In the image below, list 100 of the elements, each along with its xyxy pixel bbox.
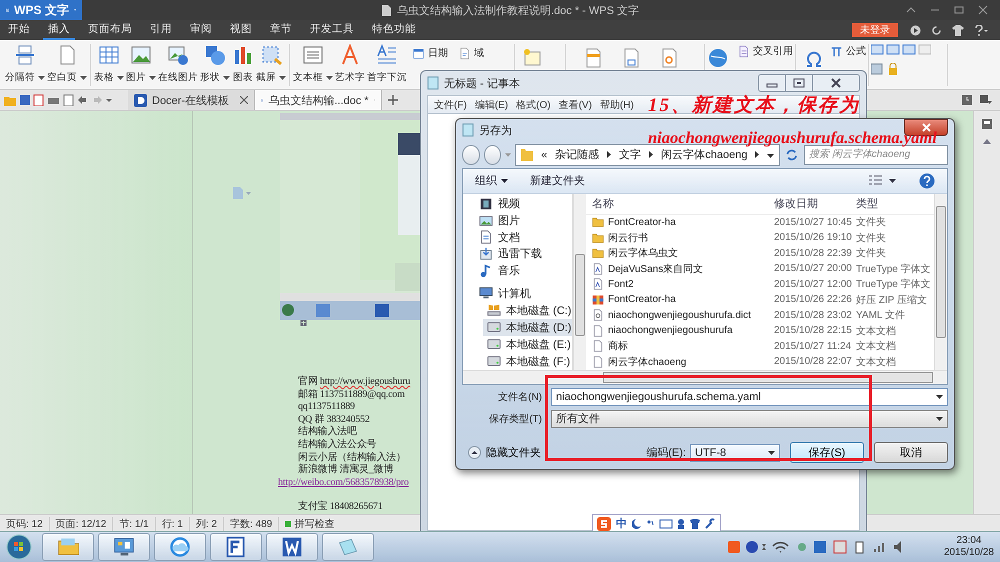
menu-tab[interactable]: 开发工具 [305, 20, 359, 40]
shirt-icon[interactable] [952, 24, 964, 36]
file-row[interactable]: Font2 2015/10/27 12:00 TrueType 字体文 [586, 276, 934, 292]
chevron-icon[interactable] [607, 151, 612, 158]
collapse-icon[interactable] [906, 5, 916, 15]
taskbar-button[interactable] [154, 533, 206, 561]
ribbon-button[interactable]: 艺术字 [334, 44, 366, 84]
cancel-button[interactable]: 取消 [874, 442, 948, 464]
input-mode-toggle[interactable]: 中 [616, 516, 627, 531]
ribbon-button[interactable]: 公式 [830, 44, 866, 58]
menu-item[interactable]: 查看(V) [558, 98, 592, 112]
clock-date[interactable]: 2015/10/28 [944, 547, 994, 559]
file-row[interactable]: 商标 2015/10/27 11:24 文本文档 [586, 338, 934, 354]
nav-item[interactable]: 音乐 [475, 262, 572, 279]
panel-menu-icon[interactable] [980, 95, 992, 105]
ribbon-button[interactable]: 图表 [231, 44, 255, 84]
ribbon-button[interactable]: 域 [458, 46, 484, 60]
column-header[interactable]: 名称 [586, 196, 774, 212]
nav-item[interactable]: 本地磁盘 (C:) [483, 302, 572, 319]
file-type-dropdown[interactable]: 所有文件 [551, 410, 948, 428]
file-row[interactable]: 闲云字体乌虫文 2015/10/28 22:39 文件夹 [586, 246, 934, 262]
menu-item[interactable]: 编辑(E) [474, 98, 508, 112]
globe-icon[interactable] [707, 47, 729, 69]
form-controls-drawing[interactable] [871, 44, 931, 55]
add-icon[interactable] [388, 95, 398, 105]
nav-item[interactable]: 视频 [475, 196, 572, 212]
breadcrumb-item[interactable]: 杂记随感 [555, 147, 600, 162]
ribbon-button[interactable]: 日期 [412, 46, 448, 60]
view-options-icon[interactable] [869, 175, 897, 186]
app-menu-button[interactable]: WPS 文字 [0, 0, 82, 20]
new-folder-button[interactable]: 新建文件夹 [530, 173, 585, 188]
taskbar-button[interactable] [210, 533, 262, 561]
close-icon[interactable] [240, 96, 248, 104]
nav-item[interactable]: 本地磁盘 (F:) [483, 352, 572, 370]
menu-tab[interactable]: 开始 [3, 20, 35, 40]
ribbon-button[interactable]: 图片 [125, 44, 157, 84]
breadcrumb-item[interactable]: 闲云字体chaoeng [661, 147, 748, 162]
menu-tab[interactable]: 审阅 [185, 20, 217, 40]
menu-item[interactable]: 帮助(H) [600, 98, 634, 112]
file-row[interactable]: DejaVuSans來自同文 2015/10/27 20:00 TrueType 字体文 [586, 261, 934, 277]
circle-icon[interactable] [910, 24, 921, 36]
ribbon-button[interactable]: 交叉引用 [737, 44, 793, 58]
menu-tab[interactable]: 章节 [265, 20, 297, 40]
nav-item[interactable]: 本地磁盘 (E:) [483, 336, 572, 353]
nav-item[interactable]: 计算机 [475, 284, 572, 302]
refresh-icon[interactable] [931, 24, 942, 36]
ribbon-button[interactable]: 在线图片 [157, 44, 199, 84]
nav-item[interactable]: 图片 [475, 212, 572, 229]
document-tab[interactable]: 乌虫文结构输...doc * [255, 90, 382, 110]
file-row[interactable]: niaochongwenjiegoushurufa.dict 2015/10/28 23:02 YAML 文件 [586, 308, 934, 324]
taskbar-button[interactable] [98, 533, 150, 561]
input-method-logo-icon[interactable] [597, 516, 611, 530]
nav-item[interactable]: 迅雷下载 [475, 246, 572, 262]
chevron-icon[interactable] [755, 151, 760, 158]
start-button[interactable] [6, 534, 32, 560]
ribbon-button[interactable]: 表格 [93, 44, 125, 84]
breadcrumb-item[interactable]: 文字 [619, 147, 642, 162]
menu-item[interactable]: 格式(O) [516, 98, 551, 112]
file-row[interactable]: FontCreator-ha 2015/10/26 22:26 好压 ZIP 压缩文 [586, 292, 934, 308]
column-header[interactable]: 修改日期 [774, 196, 856, 212]
nav-item[interactable]: 本地磁盘 (D:) [483, 318, 572, 336]
ribbon-button[interactable]: 分隔符 [4, 44, 46, 84]
maximize-icon[interactable] [954, 5, 964, 15]
document-tab[interactable]: Docer-在线模板 [128, 90, 255, 110]
organize-button[interactable]: 组织 [475, 173, 508, 188]
ribbon-button[interactable]: 截屏 [255, 44, 287, 84]
ribbon-button[interactable]: 空白页 [46, 44, 88, 84]
help-icon[interactable] [974, 24, 988, 36]
nav-item[interactable]: 文档 [475, 228, 572, 246]
taskbar-button[interactable] [266, 533, 318, 561]
column-header[interactable]: 类型 [856, 196, 934, 212]
clock-icon[interactable] [962, 95, 972, 105]
ribbon-button[interactable]: 文本框 [292, 44, 334, 84]
weibo-link[interactable]: http://weibo.com/5683578938/pro [278, 476, 409, 490]
forward-button[interactable] [484, 144, 502, 165]
file-name-field[interactable]: niaochongwenjiegoushurufa.schema.yaml [551, 388, 948, 406]
scrollbar[interactable] [573, 194, 586, 370]
scroll-up-icon[interactable] [983, 139, 991, 144]
spell-check-toggle[interactable]: 拼写检查 [294, 516, 334, 530]
side-panel-icon[interactable] [982, 119, 992, 129]
file-row[interactable]: 闲云字体chaoeng 2015/10/28 22:07 文本文档 [586, 354, 934, 370]
login-button[interactable]: 未登录 [852, 23, 898, 37]
quick-access-drawing[interactable] [4, 94, 112, 106]
breadcrumb-overflow[interactable]: « [541, 148, 548, 161]
lock-icon[interactable] [871, 63, 899, 76]
menu-item[interactable]: 文件(F) [434, 98, 467, 112]
ribbon-button[interactable]: 形状 [199, 44, 231, 84]
file-row[interactable]: 闲云行书 2015/10/26 19:10 文件夹 [586, 230, 934, 246]
file-row[interactable]: FontCreator-ha 2015/10/27 10:45 文件夹 [586, 214, 934, 230]
menu-tab[interactable]: 视图 [225, 20, 257, 40]
hide-folders-button[interactable]: 隐藏文件夹 [462, 445, 541, 460]
menu-tab[interactable]: 页面布局 [83, 20, 137, 40]
chevron-icon[interactable] [649, 151, 654, 158]
file-row[interactable]: niaochongwenjiegoushurufa 2015/10/28 22:15 文本文档 [586, 323, 934, 339]
scrollbar[interactable] [934, 194, 947, 370]
menu-tab[interactable]: 引用 [145, 20, 177, 40]
menu-tab[interactable]: 特色功能 [367, 20, 421, 40]
close-icon[interactable] [978, 5, 988, 15]
back-button[interactable] [462, 144, 480, 165]
help-icon[interactable] [919, 172, 935, 189]
